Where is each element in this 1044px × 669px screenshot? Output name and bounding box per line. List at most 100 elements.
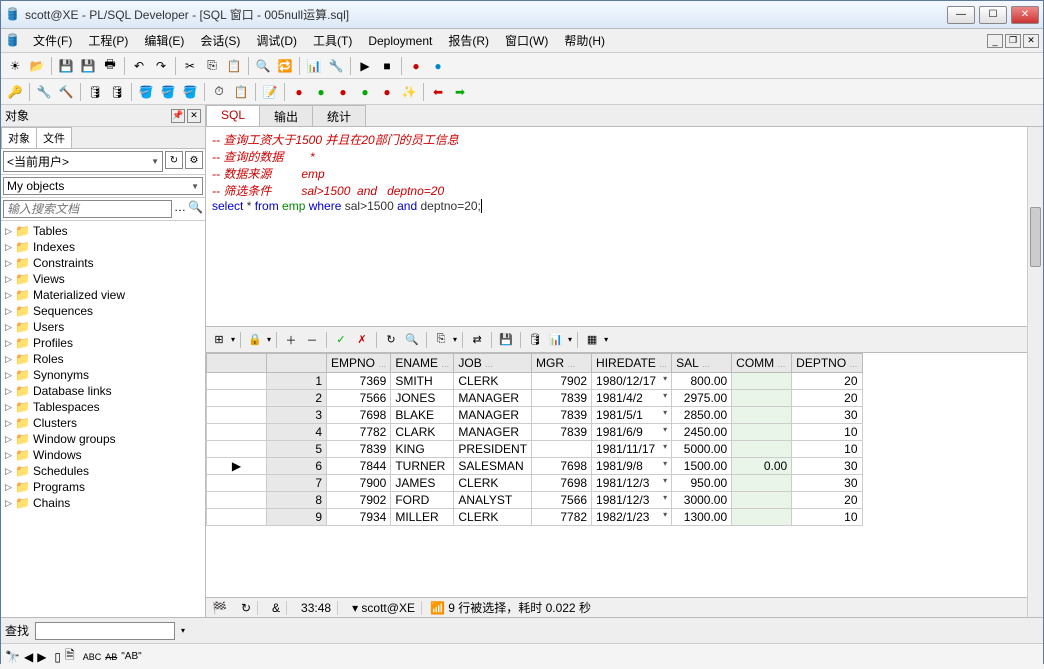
hammer-icon[interactable]: 🔨 xyxy=(56,82,76,102)
stop-icon[interactable]: ■ xyxy=(377,56,397,76)
bucket2-icon[interactable]: 🪣 xyxy=(158,82,178,102)
tree-node[interactable]: ▷📁Tablespaces xyxy=(5,399,201,415)
col-header[interactable]: HIREDATE … xyxy=(592,354,672,373)
col-header[interactable]: MGR … xyxy=(532,354,592,373)
tab-files[interactable]: 文件 xyxy=(36,127,72,148)
find-grid-icon[interactable]: 🔍 xyxy=(403,331,421,349)
save-icon[interactable]: 💾 xyxy=(56,56,76,76)
maximize-button[interactable]: ☐ xyxy=(979,6,1007,24)
table-row[interactable]: 27566JONESMANAGER78391981/4/22975.0020 xyxy=(207,390,863,407)
bucket1-icon[interactable]: 🪣 xyxy=(136,82,156,102)
cut-icon[interactable]: ✂ xyxy=(180,56,200,76)
copy-grid-icon[interactable]: ⎘ xyxy=(432,331,450,349)
tree-node[interactable]: ▷📁Programs xyxy=(5,479,201,495)
config-icon[interactable]: ⚙ xyxy=(185,151,203,169)
rollback-icon[interactable]: ● xyxy=(428,56,448,76)
dot1-icon[interactable]: ● xyxy=(289,82,309,102)
result-grid[interactable]: EMPNO …ENAME …JOB …MGR …HIREDATE …SAL …C… xyxy=(206,353,1043,597)
table-row[interactable]: 77900JAMESCLERK76981981/12/3950.0030 xyxy=(207,475,863,492)
undo-icon[interactable]: ↶ xyxy=(129,56,149,76)
save-all-icon[interactable]: 💾 xyxy=(78,56,98,76)
tree-node[interactable]: ▷📁Database links xyxy=(5,383,201,399)
tree-node[interactable]: ▷📁Users xyxy=(5,319,201,335)
del-row-icon[interactable]: － xyxy=(303,331,321,349)
redo-icon[interactable]: ↷ xyxy=(151,56,171,76)
search-opt-icon[interactable]: … xyxy=(174,200,186,218)
col-header[interactable]: DEPTNO … xyxy=(792,354,862,373)
tree-node[interactable]: ▷📁Windows xyxy=(5,447,201,463)
gauge-icon[interactable]: ⏱ xyxy=(209,82,229,102)
panel-close-icon[interactable]: ✕ xyxy=(187,109,201,123)
tree-node[interactable]: ▷📁Views xyxy=(5,271,201,287)
table-row[interactable]: 57839KINGPRESIDENT1981/11/175000.0010 xyxy=(207,441,863,458)
object-tree[interactable]: ▷📁Tables▷📁Indexes▷📁Constraints▷📁Views▷📁M… xyxy=(1,221,205,617)
tree-node[interactable]: ▷📁Clusters xyxy=(5,415,201,431)
search-go-icon[interactable]: 🔍 xyxy=(188,200,203,218)
prev-icon[interactable]: ⬅ xyxy=(428,82,448,102)
tree-node[interactable]: ▷📁Chains xyxy=(5,495,201,511)
col-header[interactable]: COMM … xyxy=(732,354,792,373)
tree-node[interactable]: ▷📁Constraints xyxy=(5,255,201,271)
table-icon[interactable]: ▦ xyxy=(583,331,601,349)
abc-lower-icon[interactable]: ABC xyxy=(83,652,102,662)
lock-icon[interactable]: 🔒 xyxy=(246,331,264,349)
exec-icon[interactable]: ▶ xyxy=(355,56,375,76)
add-row-icon[interactable]: ＋ xyxy=(282,331,300,349)
tree-node[interactable]: ▷📁Profiles xyxy=(5,335,201,351)
tab-sql[interactable]: SQL xyxy=(206,105,260,126)
user-combo[interactable]: <当前用户> xyxy=(3,151,163,172)
replace-icon[interactable]: 🔁 xyxy=(275,56,295,76)
commit-icon[interactable]: ● xyxy=(406,56,426,76)
col-header[interactable]: JOB … xyxy=(454,354,532,373)
dot3-icon[interactable]: ● xyxy=(333,82,353,102)
tree-node[interactable]: ▷📁Tables xyxy=(5,223,201,239)
tree-node[interactable]: ▷📁Sequences xyxy=(5,303,201,319)
table-row[interactable]: 47782CLARKMANAGER78391981/6/92450.0010 xyxy=(207,424,863,441)
dot5-icon[interactable]: ● xyxy=(377,82,397,102)
commit-grid-icon[interactable]: ✓ xyxy=(332,331,350,349)
pin-icon[interactable]: 📌 xyxy=(171,109,185,123)
menu-item[interactable]: 文件(F) xyxy=(25,32,80,50)
close-button[interactable]: ✕ xyxy=(1011,6,1039,24)
note-icon[interactable]: 📝 xyxy=(260,82,280,102)
menu-item[interactable]: 会话(S) xyxy=(192,32,248,50)
highlight-icon[interactable]: ▯ xyxy=(54,650,61,664)
dot2-icon[interactable]: ● xyxy=(311,82,331,102)
menu-item[interactable]: 编辑(E) xyxy=(136,32,192,50)
db-grid-icon[interactable]: 🛢 xyxy=(526,331,544,349)
menu-item[interactable]: 调试(D) xyxy=(248,32,305,50)
chart-icon[interactable]: 📊 xyxy=(547,331,565,349)
tool-icon[interactable]: 🔧 xyxy=(326,56,346,76)
dot4-icon[interactable]: ● xyxy=(355,82,375,102)
tab-stats[interactable]: 统计 xyxy=(312,105,366,126)
binoculars-icon[interactable]: 🔭 xyxy=(5,650,20,664)
menu-item[interactable]: 报告(R) xyxy=(440,32,497,50)
col-header[interactable]: ENAME … xyxy=(391,354,454,373)
mdi-restore[interactable]: ❐ xyxy=(1005,34,1021,48)
find-input[interactable] xyxy=(35,622,175,640)
menu-item[interactable]: 工具(T) xyxy=(305,32,360,50)
open-icon[interactable]: 📂 xyxy=(27,56,47,76)
tree-node[interactable]: ▷📁Window groups xyxy=(5,431,201,447)
magic-icon[interactable]: ✨ xyxy=(399,82,419,102)
col-header[interactable]: EMPNO … xyxy=(327,354,391,373)
table-row[interactable]: ▶67844TURNERSALESMAN76981981/9/81500.000… xyxy=(207,458,863,475)
new-icon[interactable]: ☀ xyxy=(5,56,25,76)
bt-prev-icon[interactable]: ◀ xyxy=(24,650,33,664)
schema-combo[interactable]: My objects xyxy=(3,177,203,195)
db1-icon[interactable]: 🛢 xyxy=(85,82,105,102)
paste-icon[interactable]: 📋 xyxy=(224,56,244,76)
copy-icon[interactable]: ⎘ xyxy=(202,56,222,76)
rollback-grid-icon[interactable]: ✗ xyxy=(353,331,371,349)
menu-item[interactable]: 窗口(W) xyxy=(497,32,556,50)
table-row[interactable]: 97934MILLERCLERK77821982/1/231300.0010 xyxy=(207,509,863,526)
next-icon[interactable]: ➡ xyxy=(450,82,470,102)
tab-output[interactable]: 输出 xyxy=(259,105,313,126)
bt-next-icon[interactable]: ▶ xyxy=(37,650,46,664)
abc-strike-icon[interactable]: AB xyxy=(105,652,117,662)
menu-item[interactable]: 帮助(H) xyxy=(556,32,613,50)
col-header[interactable]: SAL … xyxy=(672,354,732,373)
refresh-grid-icon[interactable]: ↻ xyxy=(382,331,400,349)
print-icon[interactable]: 🖶 xyxy=(100,56,120,76)
menu-item[interactable]: 工程(P) xyxy=(80,32,136,50)
